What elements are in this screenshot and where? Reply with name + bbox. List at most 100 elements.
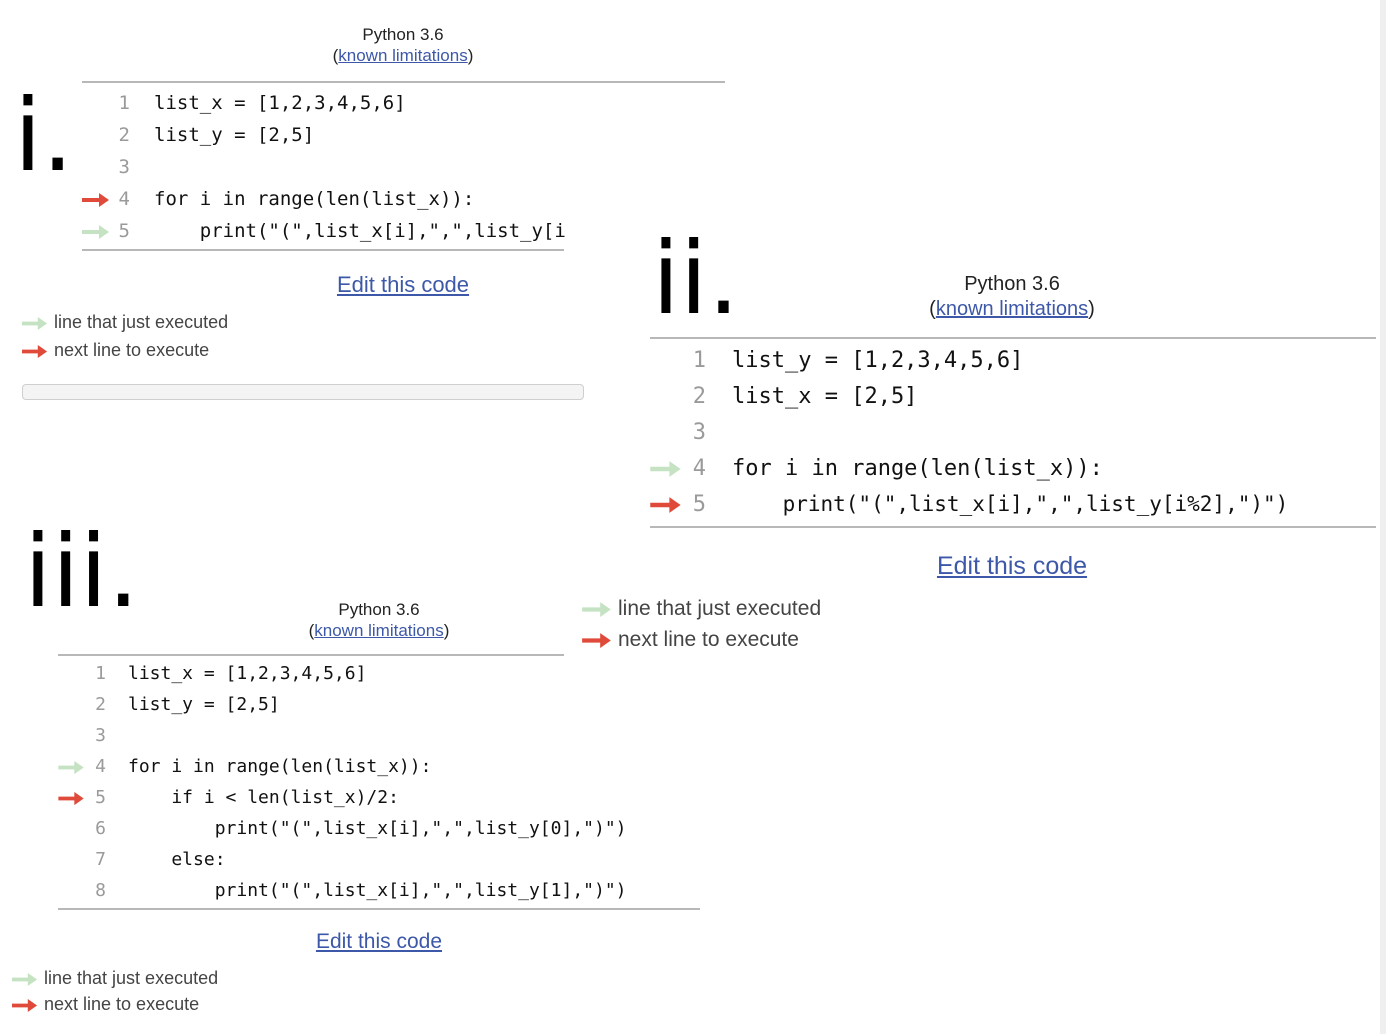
legend-next-text: next line to execute <box>44 994 200 1014</box>
code-line: 1 list_x = [1,2,3,4,5,6] <box>82 90 565 122</box>
code-line: 4 for i in range(len(list_x)): <box>58 752 703 783</box>
code-line: 6 print("(",list_x[i],",",list_y[0],")") <box>58 814 703 845</box>
line-number: 2 <box>95 694 106 715</box>
legend-next: next line to execute <box>582 628 799 652</box>
next-line-arrow-icon <box>58 791 84 806</box>
line-number: 4 <box>692 456 706 481</box>
code-text: list_x = [1,2,3,4,5,6] <box>128 663 367 684</box>
legend-next: next line to execute <box>12 994 199 1015</box>
code-text: for i in range(len(list_x)): <box>128 756 432 777</box>
line-number: 5 <box>692 492 706 517</box>
code-line: 5 print("(",list_x[i],",",list_y[i%2],")… <box>82 218 565 250</box>
line-number: 6 <box>95 818 106 839</box>
panel-ii-limitations: (known limitations) <box>929 298 1095 320</box>
code-text: list_y = [1,2,3,4,5,6] <box>732 348 1024 373</box>
code-line: 3 <box>58 721 703 752</box>
line-number: 8 <box>95 880 106 901</box>
code-line: 1 list_x = [1,2,3,4,5,6] <box>58 659 703 690</box>
code-text: else: <box>128 849 226 870</box>
code-line: 7 else: <box>58 845 703 876</box>
next-line-arrow-icon <box>12 998 38 1012</box>
panel-ii-code-viewer[interactable]: 1 list_y = [1,2,3,4,5,6] 2 list_x = [2,5… <box>650 342 1380 526</box>
legend-executed-text: line that just executed <box>54 312 229 332</box>
line-number: 4 <box>95 756 106 777</box>
panel-i-title: Python 3.6 <box>362 25 444 44</box>
code-line: 5 if i < len(list_x)/2: <box>58 783 703 814</box>
legend-executed-text: line that just executed <box>44 968 219 988</box>
code-text: list_x = [1,2,3,4,5,6] <box>154 92 406 114</box>
panel-iii-top-rule <box>58 654 564 656</box>
line-number: 2 <box>692 384 706 409</box>
next-line-arrow-icon <box>650 497 681 513</box>
legend-next-text: next line to execute <box>618 628 799 651</box>
known-limitations-link[interactable]: known limitations <box>314 621 443 640</box>
line-number: 5 <box>118 220 130 242</box>
line-number: 1 <box>95 663 106 684</box>
code-text: print("(",list_x[i],",",list_y[0],")") <box>128 818 627 839</box>
execution-slider[interactable] <box>22 384 584 400</box>
line-number: 1 <box>692 348 706 373</box>
panel-ii-title: Python 3.6 <box>964 273 1060 295</box>
line-number: 4 <box>118 188 130 210</box>
executed-line-arrow-icon <box>582 602 611 617</box>
code-line: 4 for i in range(len(list_x)): <box>650 452 1380 488</box>
code-text: print("(",list_x[i],",",list_y[i%2],")") <box>732 492 1289 516</box>
panel-iii-bottom-rule <box>58 908 700 910</box>
code-text: list_y = [2,5] <box>128 694 280 715</box>
edit-code-link[interactable]: Edit this code <box>862 552 1162 581</box>
line-number: 2 <box>118 124 130 146</box>
panel-label-ii: ii. <box>652 220 740 337</box>
executed-line-arrow-icon <box>12 972 38 986</box>
code-line: 2 list_x = [2,5] <box>650 380 1380 416</box>
line-number: 5 <box>95 787 106 808</box>
panel-ii-top-rule <box>650 337 1376 339</box>
code-line: 3 <box>650 416 1380 452</box>
panel-label-iii: iii. <box>24 513 140 630</box>
legend-next: next line to execute <box>22 340 209 361</box>
panel-i-bottom-rule <box>82 249 564 251</box>
legend-executed: line that just executed <box>582 597 821 621</box>
next-line-arrow-icon <box>22 344 48 358</box>
panel-i-limitations: (known limitations) <box>332 46 474 66</box>
panel-iii-title: Python 3.6 <box>338 600 420 619</box>
code-text: for i in range(len(list_x)): <box>154 188 475 210</box>
line-number: 3 <box>95 725 106 746</box>
edit-code-link[interactable]: Edit this code <box>253 272 553 298</box>
code-line: 1 list_y = [1,2,3,4,5,6] <box>650 344 1380 380</box>
panel-iii-limitations: (known limitations) <box>308 621 450 641</box>
panel-iii-code-viewer[interactable]: 1 list_x = [1,2,3,4,5,6] 2 list_y = [2,5… <box>58 659 703 907</box>
code-text: print("(",list_x[i],",",list_y[i%2],")") <box>199 220 565 242</box>
line-number: 1 <box>118 92 130 114</box>
panel-i-title-block: Python 3.6 (known limitations) <box>253 24 553 67</box>
panel-i-top-rule <box>82 81 725 83</box>
panel-i-code-viewer[interactable]: 1 list_x = [1,2,3,4,5,6] 2 list_y = [2,5… <box>82 86 565 250</box>
code-text: print("(",list_x[i],",",list_y[1],")") <box>128 880 627 901</box>
code-line: 2 list_y = [2,5] <box>82 122 565 154</box>
code-text: if i < len(list_x)/2: <box>128 787 399 808</box>
panel-label-i: i. <box>14 77 74 194</box>
panel-iii-title-block: Python 3.6 (known limitations) <box>229 599 529 642</box>
legend-next-text: next line to execute <box>54 340 210 360</box>
known-limitations-link[interactable]: known limitations <box>338 46 467 65</box>
code-line: 3 <box>82 154 565 186</box>
legend-executed-text: line that just executed <box>618 597 822 620</box>
legend-executed: line that just executed <box>22 312 228 333</box>
page-scrollbar[interactable] <box>1380 0 1386 1034</box>
panel-ii-bottom-rule <box>650 526 1376 528</box>
line-number: 3 <box>118 156 130 178</box>
line-number: 3 <box>692 420 706 445</box>
line-number: 7 <box>95 849 106 870</box>
legend-executed: line that just executed <box>12 968 218 989</box>
known-limitations-link[interactable]: known limitations <box>936 298 1088 320</box>
code-text: list_x = [2,5] <box>732 384 918 409</box>
code-line: 4 for i in range(len(list_x)): <box>82 186 565 218</box>
next-line-arrow-icon <box>582 633 611 648</box>
code-text: for i in range(len(list_x)): <box>732 456 1103 481</box>
code-text: list_y = [2,5] <box>154 124 315 146</box>
code-line: 2 list_y = [2,5] <box>58 690 703 721</box>
code-line: 5 print("(",list_x[i],",",list_y[i%2],")… <box>650 488 1380 524</box>
code-line: 8 print("(",list_x[i],",",list_y[1],")") <box>58 876 703 907</box>
edit-code-link[interactable]: Edit this code <box>229 930 529 954</box>
executed-line-arrow-icon <box>58 760 84 775</box>
executed-line-arrow-icon <box>650 461 681 477</box>
